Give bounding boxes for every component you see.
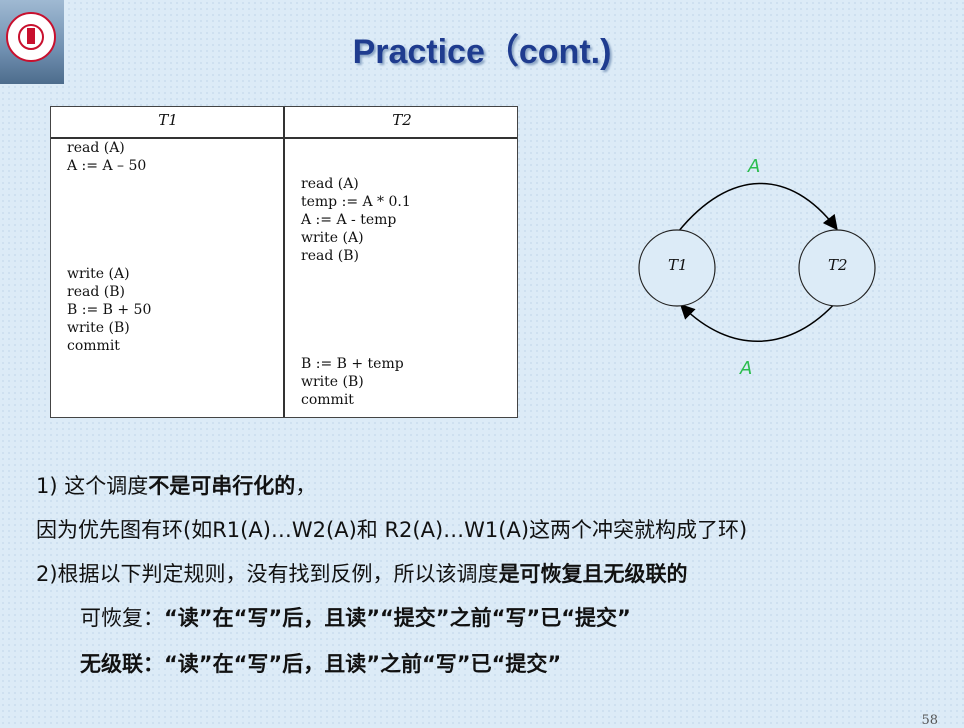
schedule-table: T1 T2 read (A) A := A – 50 write (A) read (…	[50, 106, 518, 418]
reason-line: 因为优先图有环(如R1(A)…W2(A)和 R2(A)…W1(A)这两个冲突就构…	[36, 518, 748, 542]
t2-op: temp := A * 0.1	[301, 194, 411, 210]
conclusion-line-2: 2)根据以下判定规则，没有找到反例，所以该调度是可恢复且无级联的	[36, 562, 688, 586]
header-t2: T2	[392, 111, 412, 129]
node-label-t2: T2	[828, 256, 848, 274]
conclusion-line-1: 1) 这个调度不是可串行化的，	[36, 474, 317, 498]
column-divider	[283, 107, 285, 417]
t2-op: write (B)	[301, 374, 364, 390]
precedence-graph: A A T1 T2	[600, 148, 930, 388]
recoverable-rule: 可恢复：“读”在“写”后，且读”“提交”之前“写”已“提交”	[80, 606, 631, 630]
graph-svg	[638, 182, 876, 342]
t1-op: B := B + 50	[67, 302, 152, 318]
t2-op: A := A - temp	[301, 212, 397, 228]
t1-op: write (B)	[67, 320, 130, 336]
t1-op: read (A)	[67, 140, 125, 156]
cascadeless-rule: 无级联：“读”在“写”后，且读”之前“写”已“提交”	[80, 652, 562, 676]
t2-op: read (A)	[301, 176, 359, 192]
t2-op: write (A)	[301, 230, 364, 246]
edge-label-top: A	[748, 156, 761, 177]
edge-t2-to-t1	[679, 299, 839, 342]
edge-label-bottom: A	[740, 358, 753, 379]
header-t1: T1	[158, 111, 178, 129]
t1-op: read (B)	[67, 284, 125, 300]
t1-op: commit	[67, 338, 120, 354]
slide-title: Practice（cont.)	[352, 33, 612, 71]
t2-op: commit	[301, 392, 354, 408]
edge-t1-to-t2	[677, 182, 838, 233]
t2-op: B := B + temp	[301, 356, 404, 372]
t1-op: write (A)	[67, 266, 130, 282]
node-label-t1: T1	[668, 256, 688, 274]
t1-op: A := A – 50	[67, 158, 147, 174]
t2-op: read (B)	[301, 248, 359, 264]
page-number: 58	[921, 713, 938, 728]
